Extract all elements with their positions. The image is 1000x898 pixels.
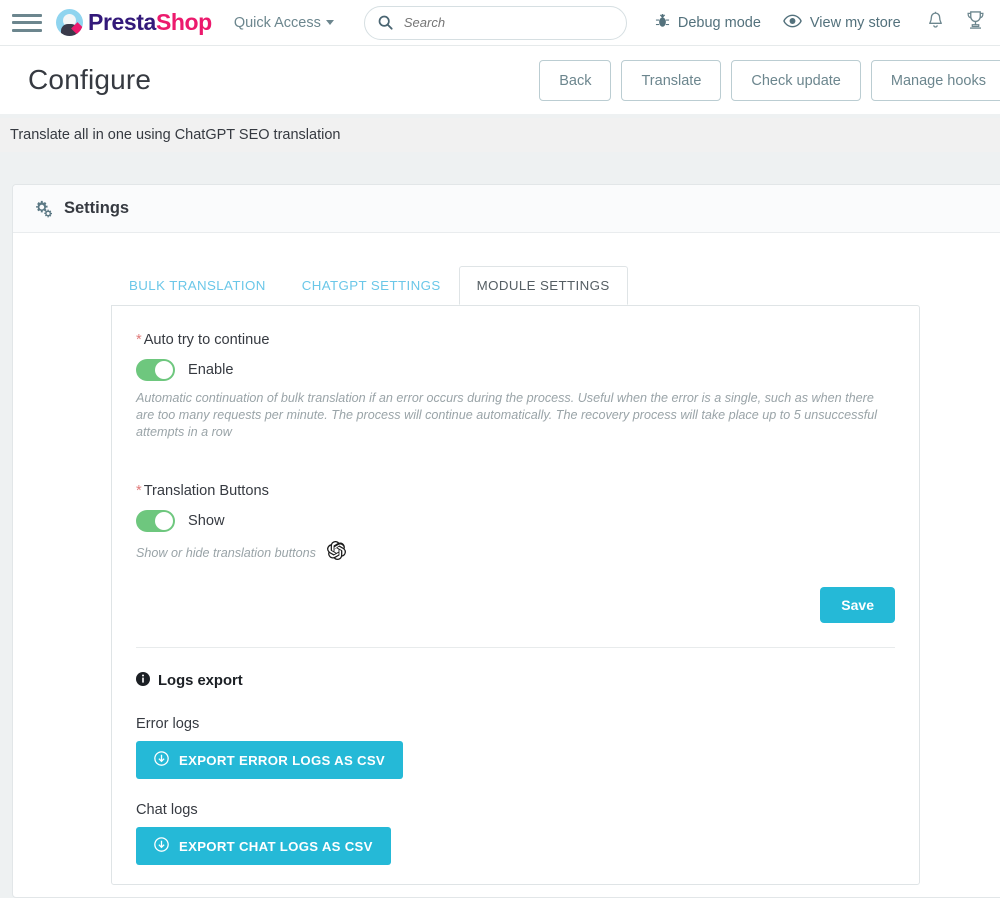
settings-tabs: BULK TRANSLATION CHATGPT SETTINGS MODULE… xyxy=(111,266,991,305)
module-description-bar: Translate all in one using ChatGPT SEO t… xyxy=(0,118,1000,152)
chat-logs-label: Chat logs xyxy=(136,802,198,818)
back-button[interactable]: Back xyxy=(539,60,612,101)
search-icon xyxy=(378,15,393,30)
openai-icon xyxy=(327,540,346,565)
gears-icon xyxy=(32,199,53,218)
top-navigation-bar: PrestaShop Quick Access Debug mode xyxy=(0,0,1000,46)
settings-card-title: Settings xyxy=(64,199,130,217)
prestashop-mark-icon xyxy=(56,9,83,36)
tab-chatgpt-settings[interactable]: CHATGPT SETTINGS xyxy=(284,266,459,305)
info-icon xyxy=(136,672,150,690)
required-asterisk: * xyxy=(136,332,142,348)
page-title: Configure xyxy=(28,64,152,95)
translation-buttons-toggle[interactable] xyxy=(136,510,175,532)
save-row: Save xyxy=(136,587,895,623)
debug-mode-label: Debug mode xyxy=(677,14,761,31)
module-description-text: Translate all in one using ChatGPT SEO t… xyxy=(10,127,341,143)
download-circle-icon xyxy=(154,751,169,769)
translation-buttons-field: * Translation Buttons Show Show or hide t… xyxy=(136,483,895,565)
hamburger-icon[interactable] xyxy=(12,12,42,34)
view-my-store-link[interactable]: View my store xyxy=(783,14,901,32)
bell-icon[interactable] xyxy=(927,11,944,35)
settings-card-header: Settings xyxy=(13,185,1000,233)
debug-mode-link[interactable]: Debug mode xyxy=(655,13,761,33)
auto-continue-toggle-label: Enable xyxy=(188,362,234,378)
save-button[interactable]: Save xyxy=(820,587,895,623)
page-header-actions: Back Translate Check update Manage hooks xyxy=(539,60,1000,101)
search-input[interactable] xyxy=(401,14,613,31)
auto-continue-label-text: Auto try to continue xyxy=(143,332,270,348)
eye-icon xyxy=(783,14,802,32)
required-asterisk: * xyxy=(136,483,142,499)
bug-icon xyxy=(655,13,670,33)
brand-text-shop: Shop xyxy=(155,9,212,35)
tab-bulk-translation[interactable]: BULK TRANSLATION xyxy=(111,266,284,305)
export-chat-logs-button[interactable]: EXPORT CHAT LOGS AS CSV xyxy=(136,827,391,865)
translation-buttons-label: * Translation Buttons xyxy=(136,483,895,499)
translation-buttons-toggle-label: Show xyxy=(188,513,225,529)
search-box[interactable] xyxy=(363,5,627,40)
page-header: Configure Back Translate Check update Ma… xyxy=(0,46,1000,114)
auto-continue-help-text: Automatic continuation of bulk translati… xyxy=(136,391,878,439)
auto-continue-field: * Auto try to continue Enable Automatic c… xyxy=(136,332,895,441)
error-logs-label: Error logs xyxy=(136,716,200,732)
translate-button[interactable]: Translate xyxy=(621,60,722,101)
export-error-logs-button[interactable]: EXPORT ERROR LOGS AS CSV xyxy=(136,741,404,779)
brand-wordmark: PrestaShop xyxy=(88,9,212,36)
export-error-logs-label: EXPORT ERROR LOGS AS CSV xyxy=(179,752,386,768)
check-update-button[interactable]: Check update xyxy=(731,60,861,101)
translation-buttons-help-text: Show or hide translation buttons xyxy=(136,545,316,560)
brand-text-presta: Presta xyxy=(88,9,156,35)
section-divider xyxy=(136,647,895,648)
module-settings-panel: * Auto try to continue Enable Automatic c… xyxy=(111,305,920,885)
auto-continue-label: * Auto try to continue xyxy=(136,332,895,348)
view-my-store-label: View my store xyxy=(809,14,901,31)
quick-access-label: Quick Access xyxy=(233,14,321,31)
export-chat-logs-label: EXPORT CHAT LOGS AS CSV xyxy=(179,838,373,854)
prestashop-logo[interactable]: PrestaShop xyxy=(56,9,212,36)
trophy-icon[interactable] xyxy=(966,10,985,35)
quick-access-dropdown[interactable]: Quick Access xyxy=(234,15,334,31)
tab-module-settings[interactable]: MODULE SETTINGS xyxy=(458,266,628,305)
logs-export-title: Logs export xyxy=(136,672,895,690)
translation-buttons-label-text: Translation Buttons xyxy=(143,483,269,499)
auto-continue-toggle[interactable] xyxy=(136,359,175,381)
chevron-down-icon xyxy=(325,20,334,25)
manage-hooks-button[interactable]: Manage hooks xyxy=(870,60,1000,101)
download-circle-icon xyxy=(154,837,169,855)
logs-export-title-text: Logs export xyxy=(158,673,243,689)
